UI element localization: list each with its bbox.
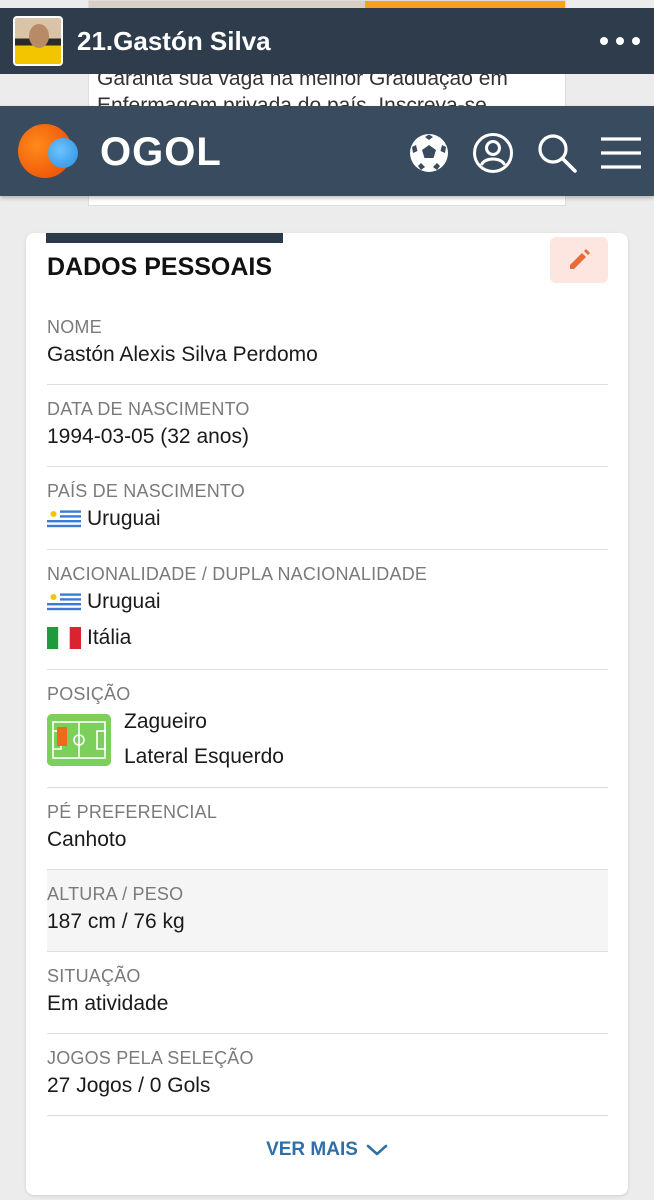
field-status: SITUAÇÃO Em atividade: [47, 952, 608, 1034]
field-label: JOGOS PELA SELEÇÃO: [47, 1048, 254, 1068]
soccer-ball-icon[interactable]: [408, 132, 450, 174]
field-label: NACIONALIDADE / DUPLA NACIONALIDADE: [47, 564, 428, 584]
menu-icon[interactable]: [600, 132, 642, 174]
field-label: DATA DE NASCIMENTO: [47, 399, 250, 419]
see-more-button[interactable]: VER MAIS: [26, 1139, 628, 1161]
field-value: Itália: [87, 626, 132, 649]
field-label: POSIÇÃO: [47, 684, 131, 704]
field-value: 187 cm / 76 kg: [47, 910, 185, 933]
personal-data-card: DADOS PESSOAIS NOME Gastón Alexis Silva …: [26, 233, 628, 1195]
field-value: Uruguai: [87, 590, 161, 613]
field-value: 1994-03-05 (32 anos): [47, 425, 249, 448]
field-label: SITUAÇÃO: [47, 966, 141, 986]
field-national-games: JOGOS PELA SELEÇÃO 27 Jogos / 0 Gols: [47, 1034, 608, 1116]
field-value: Canhoto: [47, 828, 127, 851]
user-icon[interactable]: [472, 132, 514, 174]
field-label: NOME: [47, 317, 102, 337]
field-position: POSIÇÃO Zagueiro Lateral Esquerdo: [47, 670, 608, 788]
card-title-accent: [46, 233, 283, 243]
edit-button[interactable]: [550, 237, 608, 283]
field-birth-country: PAÍS DE NASCIMENTO Uruguai: [47, 467, 608, 550]
player-header-bar: 21.Gastón Silva: [0, 8, 654, 74]
card-title: DADOS PESSOAIS: [47, 253, 273, 281]
search-icon[interactable]: [536, 132, 578, 174]
field-height-weight: ALTURA / PESO 187 cm / 76 kg: [47, 870, 608, 952]
field-preferred-foot: PÉ PREFERENCIAL Canhoto: [47, 788, 608, 870]
field-nationality: NACIONALIDADE / DUPLA NACIONALIDADE Urug…: [47, 550, 608, 670]
field-value: Uruguai: [87, 507, 161, 530]
pitch-position-icon: [47, 714, 111, 766]
field-value: Gastón Alexis Silva Perdomo: [47, 343, 318, 366]
position-primary: Zagueiro: [124, 710, 207, 733]
italy-flag-icon: [47, 627, 81, 649]
position-secondary: Lateral Esquerdo: [124, 745, 284, 768]
nationality-link-italy[interactable]: Itália: [47, 626, 131, 650]
uruguay-flag-icon: [47, 508, 81, 530]
see-more-label: VER MAIS: [266, 1139, 358, 1160]
player-avatar[interactable]: [13, 16, 63, 66]
player-name: 21.Gastón Silva: [77, 25, 271, 56]
pencil-icon: [570, 249, 590, 269]
field-birth-date: DATA DE NASCIMENTO 1994-03-05 (32 anos): [47, 385, 608, 467]
site-navbar: OGOL: [0, 106, 654, 196]
logo-text[interactable]: OGOL: [100, 132, 222, 172]
field-label: ALTURA / PESO: [47, 884, 184, 904]
ogol-logo-icon[interactable]: [18, 124, 78, 180]
chevron-down-icon: [366, 1144, 388, 1156]
field-value: Em atividade: [47, 992, 169, 1015]
field-value: 27 Jogos / 0 Gols: [47, 1074, 211, 1097]
field-name: NOME Gastón Alexis Silva Perdomo: [47, 305, 608, 385]
field-label: PAÍS DE NASCIMENTO: [47, 481, 245, 501]
nationality-link-uruguay[interactable]: Uruguai: [47, 590, 161, 614]
more-dots-icon[interactable]: [600, 26, 640, 56]
country-link[interactable]: Uruguai: [47, 507, 161, 531]
field-label: PÉ PREFERENCIAL: [47, 802, 218, 822]
uruguay-flag-icon: [47, 591, 81, 613]
